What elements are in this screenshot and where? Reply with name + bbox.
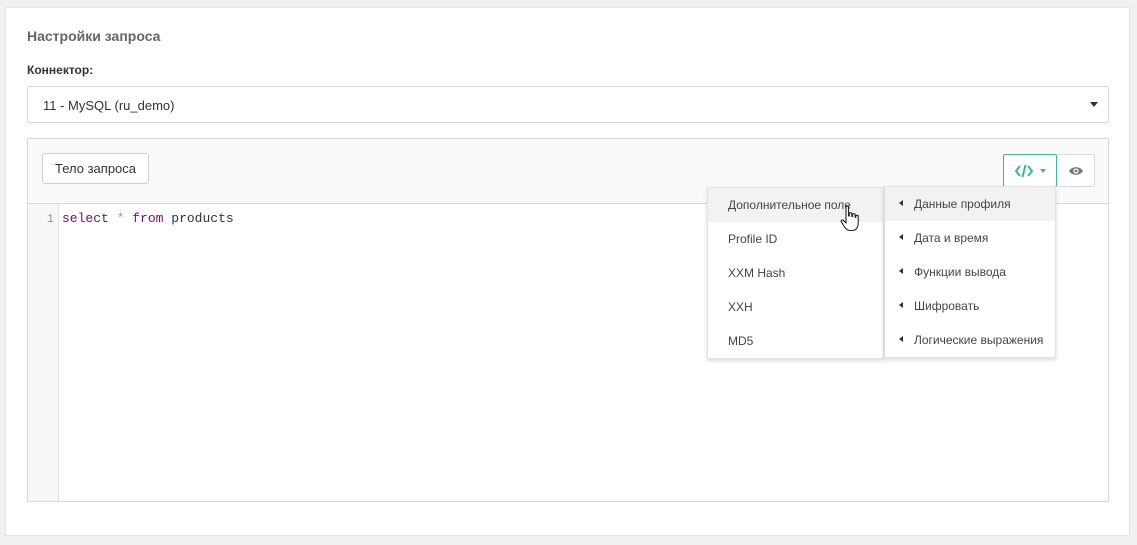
menu-item-label: Функции вывода	[914, 265, 1006, 279]
preview-button[interactable]	[1057, 154, 1095, 187]
menu-item-xxm-hash[interactable]: XXM Hash	[708, 256, 883, 290]
menu-item-xxh[interactable]: XXH	[708, 290, 883, 324]
hand-pointer-icon	[840, 205, 859, 232]
menu-item-label: Логические выражения	[914, 333, 1044, 347]
menu-item-md5[interactable]: MD5	[708, 324, 883, 358]
chevron-left-icon	[899, 336, 903, 342]
code-keyword-select: select	[62, 211, 109, 226]
chevron-down-icon	[1090, 102, 1098, 107]
menu-item-logical-expressions[interactable]: Логические выражения	[885, 323, 1055, 357]
line-gutter: 1	[28, 204, 59, 501]
menu-item-label: Дата и время	[914, 231, 989, 245]
insert-code-dropdown-button[interactable]	[1003, 154, 1057, 187]
code-keyword-from: from	[132, 211, 164, 226]
menu-item-profile-data[interactable]: Данные профиля	[885, 187, 1055, 221]
menu-item-label: Шифровать	[914, 299, 980, 313]
code-line[interactable]: select * from products	[62, 211, 234, 226]
chevron-left-icon	[899, 234, 903, 240]
menu-item-output-functions[interactable]: Функции вывода	[885, 255, 1055, 289]
code-icon	[1015, 164, 1033, 178]
code-table-name: products	[171, 211, 234, 226]
chevron-left-icon	[899, 200, 903, 206]
eye-icon	[1069, 167, 1083, 175]
chevron-left-icon	[899, 268, 903, 274]
menu-item-label: Данные профиля	[914, 197, 1011, 211]
chevron-left-icon	[899, 302, 903, 308]
query-body-button[interactable]: Тело запроса	[42, 153, 150, 184]
section-title: Настройки запроса	[27, 28, 161, 44]
connector-select-value: 11 - MySQL (ru_demo)	[43, 98, 175, 113]
menu-item-date-time[interactable]: Дата и время	[885, 221, 1055, 255]
connector-label: Коннектор:	[27, 63, 94, 77]
menu-item-encrypt[interactable]: Шифровать	[885, 289, 1055, 323]
insert-code-menu: Данные профиля Дата и время Функции выво…	[884, 186, 1056, 358]
chevron-down-icon	[1040, 169, 1046, 173]
connector-select[interactable]: 11 - MySQL (ru_demo)	[27, 86, 1109, 123]
code-star: *	[116, 211, 125, 226]
line-number: 1	[46, 212, 54, 226]
